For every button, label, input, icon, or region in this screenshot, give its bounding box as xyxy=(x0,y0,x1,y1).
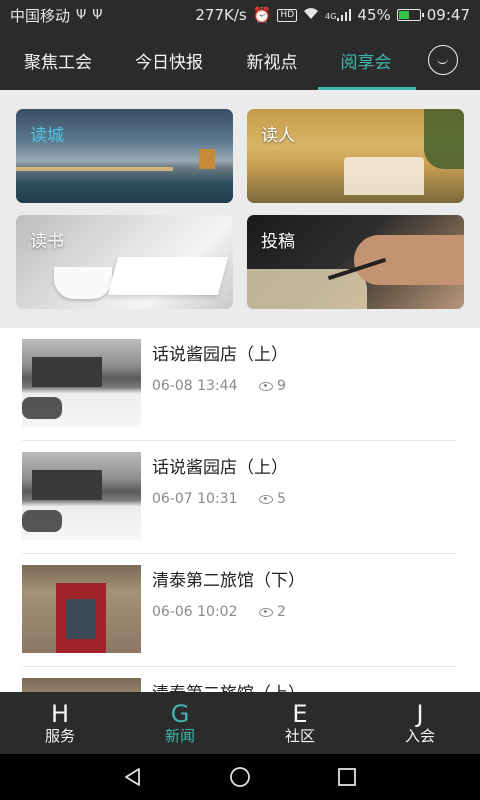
category-read-people[interactable]: 读人 xyxy=(247,109,464,203)
carrier-name: 中国移动 xyxy=(10,6,71,25)
hand-image-detail xyxy=(354,235,464,285)
nav-label: 服务 xyxy=(44,727,75,745)
news-thumbnail xyxy=(22,678,141,692)
services-icon: H xyxy=(50,700,70,728)
tree-image-detail xyxy=(424,109,464,169)
category-submit[interactable]: 投稿 xyxy=(247,215,464,309)
status-right: 277K/s ⏰ HD 4G 45% 09:47 xyxy=(195,6,470,24)
category-read-books[interactable]: 读书 xyxy=(16,215,233,309)
category-label: 读城 xyxy=(30,126,64,146)
system-nav-bar xyxy=(0,754,480,800)
nav-label: 社区 xyxy=(284,727,315,745)
alarm-icon: ⏰ xyxy=(252,6,272,24)
back-icon[interactable] xyxy=(113,757,153,797)
tab-new-viewpoint[interactable]: 新视点 xyxy=(222,30,322,90)
nav-join[interactable]: J 入会 xyxy=(360,692,480,754)
news-title: 话说酱园店（上） xyxy=(152,345,288,365)
news-thumbnail xyxy=(22,565,141,653)
cup-image-detail xyxy=(54,267,112,299)
bottom-nav: H 服务 G 新闻 E 社区 J 入会 xyxy=(0,692,480,754)
news-thumbnail xyxy=(22,452,141,540)
join-icon: J xyxy=(416,700,424,728)
nav-services[interactable]: H 服务 xyxy=(0,692,120,754)
nav-label: 新闻 xyxy=(164,727,195,745)
battery-percent: 45% xyxy=(357,6,391,24)
status-left: 中国移动 Ψ Ψ xyxy=(10,5,102,26)
view-count: 9 xyxy=(277,378,286,394)
news-item[interactable]: 清泰第二旅馆（上） xyxy=(22,667,456,692)
news-item[interactable]: 清泰第二旅馆（下） 06-06 10:02 2 xyxy=(22,554,456,667)
category-label: 读人 xyxy=(261,126,295,146)
view-count: 5 xyxy=(277,491,286,507)
tab-focus-union[interactable]: 聚焦工会 xyxy=(0,30,116,90)
news-title: 清泰第二旅馆（上） xyxy=(152,679,305,692)
category-read-city[interactable]: 读城 xyxy=(16,109,233,203)
nav-community[interactable]: E 社区 xyxy=(240,692,360,754)
chairs-image-detail xyxy=(344,157,424,195)
category-label: 投稿 xyxy=(261,232,295,252)
eye-icon xyxy=(259,494,273,504)
nav-news[interactable]: G 新闻 xyxy=(120,692,240,754)
clock: 09:47 xyxy=(426,6,470,24)
news-item[interactable]: 话说酱园店（上） 06-08 13:44 9 xyxy=(22,328,456,441)
tab-reading-club[interactable]: 阅享会 xyxy=(318,30,416,90)
eye-icon xyxy=(259,607,273,617)
news-icon: G xyxy=(170,700,190,728)
news-date: 06-08 13:44 xyxy=(152,378,238,394)
news-views: 9 xyxy=(259,378,286,394)
nav-label: 入会 xyxy=(404,727,435,745)
news-date: 06-06 10:02 xyxy=(152,604,238,620)
network-type: 4G xyxy=(325,12,337,21)
news-date: 06-07 10:31 xyxy=(152,491,238,507)
usb-debug-icon: Ψ xyxy=(92,7,103,23)
news-title: 清泰第二旅馆（下） xyxy=(152,571,305,591)
top-tab-bar: 聚焦工会 今日快报 新视点 阅享会 xyxy=(0,30,480,90)
news-views: 5 xyxy=(259,491,286,507)
usb-icon: Ψ xyxy=(76,7,87,23)
pavilion-image-detail xyxy=(199,149,215,169)
news-views: 2 xyxy=(259,604,286,620)
eye-icon xyxy=(259,381,273,391)
status-bar: 中国移动 Ψ Ψ 277K/s ⏰ HD 4G 45% 09:47 xyxy=(0,0,480,30)
view-count: 2 xyxy=(277,604,286,620)
bridge-image-detail xyxy=(16,167,173,171)
wifi-icon xyxy=(303,6,319,24)
news-item[interactable]: 话说酱园店（上） 06-07 10:31 5 xyxy=(22,441,456,554)
community-icon: E xyxy=(292,700,308,728)
battery-icon xyxy=(396,9,424,21)
chat-icon[interactable] xyxy=(428,45,458,75)
news-list: 话说酱园店（上） 06-08 13:44 9 话说酱园店（上） 06-07 10… xyxy=(0,328,480,692)
book-image-detail xyxy=(107,257,229,295)
signal-icon: 4G xyxy=(325,9,352,21)
news-thumbnail xyxy=(22,339,141,427)
network-speed: 277K/s xyxy=(195,6,247,24)
tab-today-express[interactable]: 今日快报 xyxy=(116,30,222,90)
news-title: 话说酱园店（上） xyxy=(152,458,288,478)
category-label: 读书 xyxy=(30,232,64,252)
hd-badge: HD xyxy=(277,8,298,22)
recent-apps-icon[interactable] xyxy=(327,757,367,797)
home-icon[interactable] xyxy=(220,757,260,797)
notebook-image-detail xyxy=(247,269,367,309)
category-grid: 读城 读人 读书 投稿 xyxy=(0,90,480,328)
battery-fill xyxy=(398,11,409,19)
